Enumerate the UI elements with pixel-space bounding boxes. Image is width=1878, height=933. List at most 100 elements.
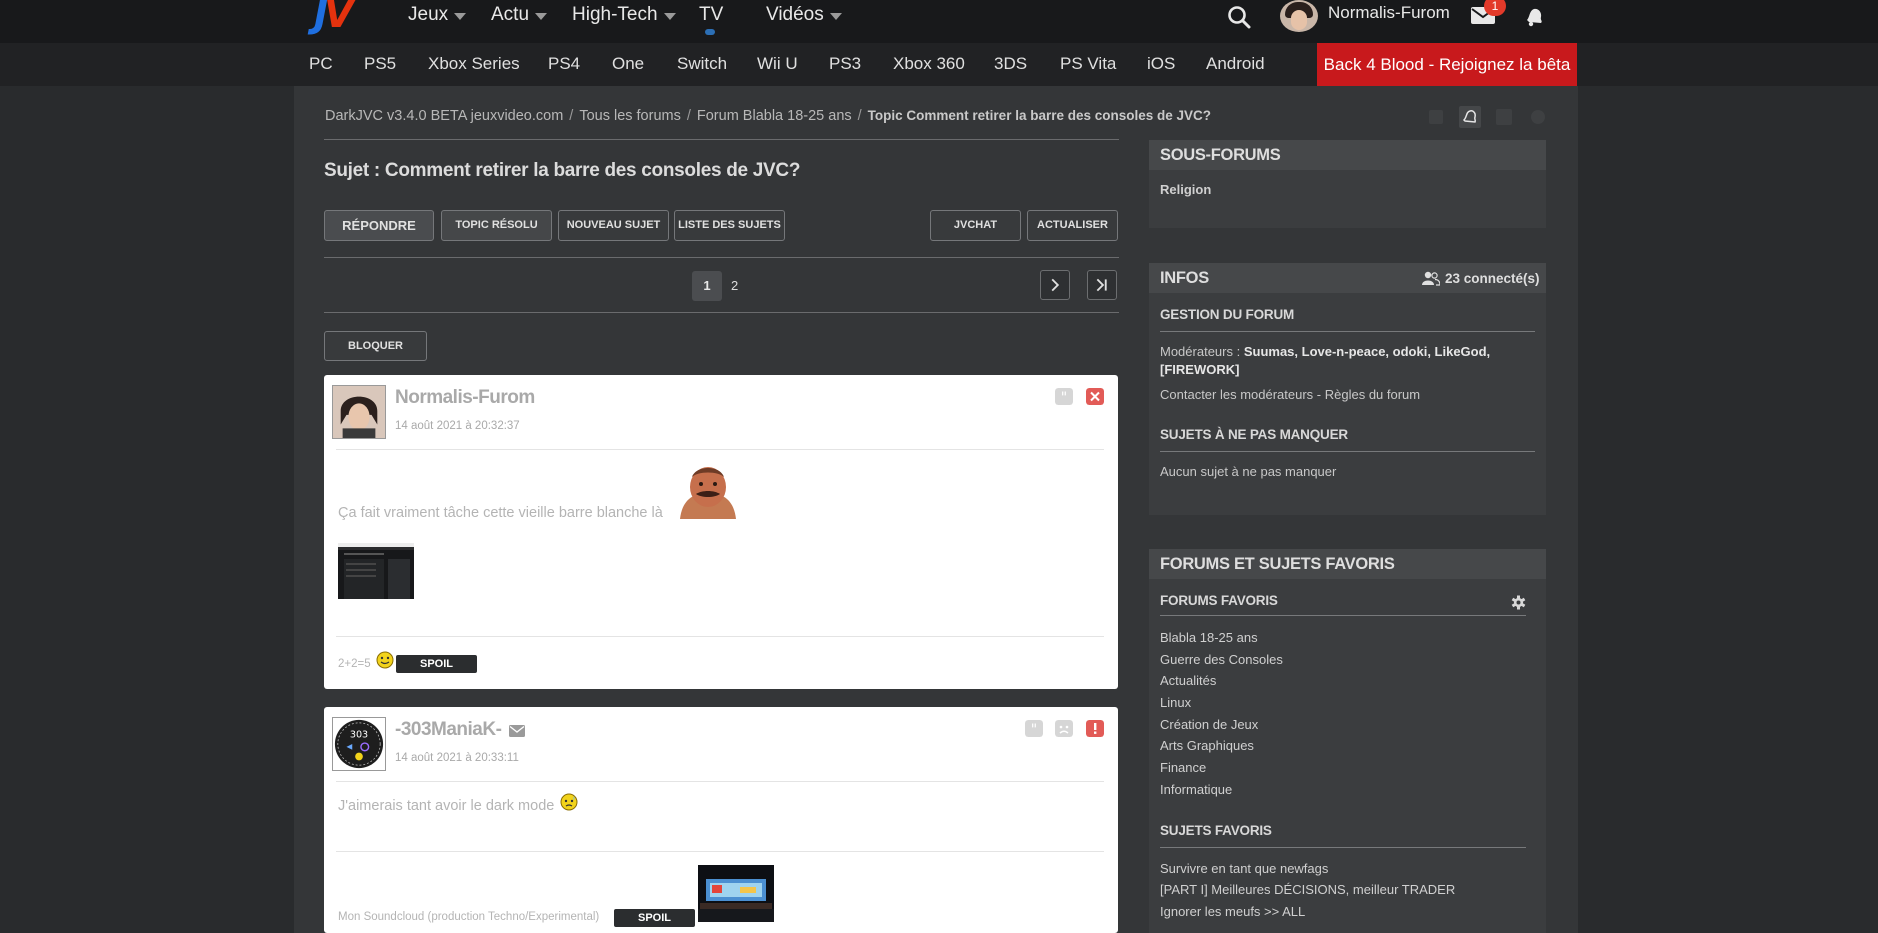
favorite-topic-link[interactable]: Ignorer les meufs >> ALL (1160, 904, 1305, 919)
console-link-pc[interactable]: PC (309, 54, 333, 74)
gear-icon[interactable] (1527, 106, 1549, 128)
risitas-sticker-image[interactable] (670, 463, 746, 519)
post-date[interactable]: 14 août 2021 à 20:33:11 (395, 752, 519, 764)
post-signature: 2+2=5 (338, 658, 371, 670)
square-icon[interactable] (1425, 106, 1447, 128)
favorite-topic-link[interactable]: [PART I] Meilleures DÉCISIONS, meilleur … (1160, 882, 1455, 897)
favorite-forum-link[interactable]: Arts Graphiques (1160, 738, 1254, 753)
breadcrumb-forum[interactable]: Forum Blabla 18-25 ans (697, 108, 852, 124)
console-link-3ds[interactable]: 3DS (994, 54, 1027, 74)
screenshot-thumbnail[interactable] (338, 543, 414, 599)
console-link-android[interactable]: Android (1206, 54, 1265, 74)
page-1-current[interactable]: 1 (692, 271, 722, 301)
page-2-link[interactable]: 2 (731, 278, 738, 293)
console-link-ps-vita[interactable]: PS Vita (1060, 54, 1116, 74)
divider (1160, 331, 1535, 332)
favorite-topics-title: Sujets favoris (1160, 823, 1272, 838)
quote-icon[interactable]: " (1055, 388, 1073, 405)
moderators-names-2[interactable]: [FIREWORK] (1160, 362, 1239, 377)
breadcrumb-all-forums[interactable]: Tous les forums (579, 108, 681, 124)
breadcrumb-extension[interactable]: DarkJVC v3.4.0 BETA (325, 108, 467, 124)
favorite-forum-link[interactable]: Création de Jeux (1160, 717, 1258, 732)
post-signature[interactable]: Mon Soundcloud (production Techno/Experi… (338, 911, 599, 923)
subforum-link-religion[interactable]: Religion (1160, 182, 1211, 197)
console-link-ios[interactable]: iOS (1147, 54, 1175, 74)
search-icon[interactable] (1226, 4, 1252, 30)
refresh-button[interactable]: Actualiser (1027, 210, 1118, 241)
moderators-label: Modérateurs : (1160, 344, 1241, 359)
post-avatar[interactable]: 303 (332, 717, 386, 771)
favorites-title: Forums et sujets favoris (1160, 555, 1395, 573)
console-link-xbox-360[interactable]: Xbox 360 (893, 54, 965, 74)
post-avatar[interactable] (332, 385, 386, 439)
favorite-forum-link[interactable]: Guerre des Consoles (1160, 652, 1283, 667)
toolbar-icons (1425, 106, 1549, 128)
contact-moderators-link[interactable]: Contacter les modérateurs - Règles du fo… (1160, 387, 1420, 402)
subforums-title: Sous-forums (1160, 146, 1281, 164)
bell-icon[interactable] (1523, 4, 1547, 28)
post-author[interactable]: -303ManiaK- (395, 719, 502, 741)
nav-videos[interactable]: Vidéos (766, 0, 842, 30)
username[interactable]: Normalis-Furom (1328, 3, 1450, 23)
console-link-xbox-series[interactable]: Xbox Series (428, 54, 520, 74)
favorite-topic-link[interactable]: Survivre en tant que newfags (1160, 861, 1328, 876)
nav-label: Actu (491, 4, 530, 25)
svg-text:": " (1061, 390, 1067, 405)
delete-icon[interactable] (1086, 388, 1104, 405)
nav-high-tech[interactable]: High-Tech (572, 0, 676, 30)
svg-text:": " (1031, 722, 1037, 737)
console-link-ps3[interactable]: PS3 (829, 54, 861, 74)
console-link-wii-u[interactable]: Wii U (757, 54, 798, 74)
favorite-forum-link[interactable]: Blabla 18-25 ans (1160, 630, 1258, 645)
breadcrumb-separator: / (686, 108, 691, 124)
quote-icon[interactable]: " (1025, 720, 1043, 737)
promo-banner[interactable]: Back 4 Blood - Rejoignez la bêta (1317, 43, 1577, 86)
new-topic-button[interactable]: Nouveau sujet (558, 210, 669, 241)
report-icon[interactable] (1086, 720, 1104, 737)
chevron-down-icon (829, 12, 842, 20)
studio-photo-image[interactable] (698, 865, 774, 922)
jvchat-button[interactable]: JVChat (930, 210, 1021, 241)
divider (1160, 847, 1526, 848)
console-link-switch[interactable]: Switch (677, 54, 727, 74)
nav-actu[interactable]: Actu (491, 0, 548, 30)
post-author[interactable]: Normalis-Furom (395, 387, 535, 409)
favorite-forum-link[interactable]: Actualités (1160, 673, 1216, 688)
chevron-right-icon (1051, 278, 1060, 292)
next-page-button[interactable] (1040, 270, 1070, 300)
chevron-down-icon (663, 12, 676, 20)
breadcrumb-separator: / (569, 108, 574, 124)
tv-live-indicator (705, 29, 715, 35)
favorite-forum-link[interactable]: Linux (1160, 695, 1191, 710)
user-avatar[interactable] (1280, 0, 1318, 32)
favorite-forum-link[interactable]: Finance (1160, 760, 1206, 775)
block-button[interactable]: Bloquer (324, 331, 427, 361)
subforums-box: Sous-forums Religion (1149, 140, 1546, 228)
nav-jeux[interactable]: Jeux (408, 0, 467, 30)
bell-off-icon[interactable] (1493, 106, 1515, 128)
forum-post: 303 -303ManiaK- 14 août 2021 à 20:33:11 … (324, 707, 1118, 933)
moderators-names[interactable]: Suumas, Love-n-peace, odoki, LikeGod, (1244, 344, 1490, 359)
chevron-down-icon (454, 12, 467, 20)
last-page-button[interactable] (1087, 270, 1117, 300)
console-link-ps4[interactable]: PS4 (548, 54, 580, 74)
spoil-button[interactable]: SPOIL (396, 655, 477, 673)
gear-icon[interactable] (1511, 595, 1526, 610)
post-date[interactable]: 14 août 2021 à 20:32:37 (395, 420, 520, 432)
nav-tv[interactable]: TV (699, 0, 723, 30)
favorite-forum-link[interactable]: Informatique (1160, 782, 1232, 797)
last-page-icon (1096, 278, 1107, 292)
signature-divider (336, 636, 1104, 637)
breadcrumb-site[interactable]: jeuxvideo.com (471, 108, 564, 124)
reply-button[interactable]: Répondre (324, 210, 434, 241)
console-link-ps5[interactable]: PS5 (364, 54, 396, 74)
jv-logo[interactable]: JV (314, 0, 354, 33)
top-header (0, 0, 1878, 43)
envelope-icon[interactable] (509, 725, 525, 737)
bell-outline-icon[interactable] (1459, 106, 1481, 128)
sad-face-icon[interactable] (1055, 720, 1073, 737)
spoil-button[interactable]: SPOIL (614, 909, 695, 927)
topic-resolved-button[interactable]: Topic résolu (441, 210, 552, 241)
console-link-one[interactable]: One (612, 54, 644, 74)
topic-list-button[interactable]: Liste des sujets (674, 210, 785, 241)
